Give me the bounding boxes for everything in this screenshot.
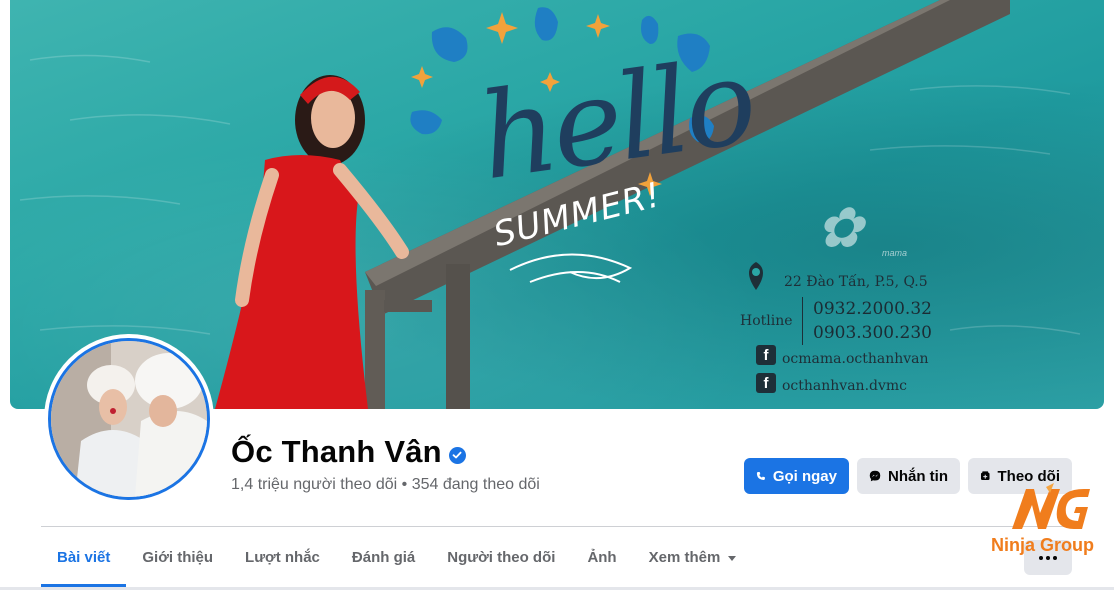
phone-icon [756, 472, 765, 480]
cover-address: 22 Đào Tấn, P.5, Q.5 [784, 274, 928, 290]
tab-about-label: Giới thiệu [142, 548, 214, 566]
tab-more[interactable]: Xem thêm [633, 527, 753, 587]
cover-phone-2: 0903.300.230 [813, 323, 932, 343]
profile-avatar[interactable] [44, 334, 214, 504]
tab-more-label: Xem thêm [648, 548, 721, 566]
watermark-text: Ninja Group [991, 535, 1094, 555]
call-now-label: Gọi ngay [772, 467, 837, 485]
cover-divider [802, 297, 803, 345]
brand-logo-text: mama [882, 248, 908, 258]
tab-followers-label: Người theo dõi [447, 548, 556, 566]
cover-facebook-2: octhanhvan.dvmc [782, 378, 908, 394]
avatar-illustration [51, 341, 207, 497]
messenger-icon [869, 470, 881, 482]
tab-followers[interactable]: Người theo dõi [431, 527, 571, 587]
follow-label: Theo dõi [997, 467, 1061, 485]
message-label: Nhắn tin [888, 467, 948, 485]
facebook-page-header: hello SUMMER! ✿ mama 22 Đào Tấn, P.5, Q.… [0, 0, 1114, 590]
cover-phone-1: 0932.2000.32 [813, 299, 932, 319]
facebook-icon: f [756, 345, 776, 365]
follower-stats[interactable]: 1,4 triệu người theo dõi • 354 đang theo… [231, 476, 540, 494]
follow-icon [980, 471, 990, 480]
cover-facebook-1: ocmama.octhanhvan [782, 351, 929, 367]
tab-mentions-label: Lượt nhắc [245, 548, 320, 566]
tab-photos-label: Ảnh [587, 548, 617, 566]
tab-photos[interactable]: Ảnh [571, 527, 632, 587]
tab-mentions[interactable]: Lượt nhắc [229, 527, 336, 587]
page-tabs: Bài viết Giới thiệu Lượt nhắc Đánh giá N… [41, 527, 752, 587]
page-title-row: Ốc Thanh Vân [231, 434, 466, 470]
tab-reviews[interactable]: Đánh giá [336, 527, 431, 587]
message-button[interactable]: Nhắn tin [857, 458, 960, 494]
ninja-group-logo-icon [1012, 483, 1090, 529]
tab-posts-label: Bài viết [57, 548, 111, 566]
avatar-photo [48, 338, 210, 500]
facebook-icon: f [756, 373, 776, 393]
caret-down-icon [728, 555, 737, 561]
call-now-button[interactable]: Gọi ngay [744, 458, 849, 494]
cover-hotline-label: Hotline [740, 313, 793, 329]
tab-about[interactable]: Giới thiệu [126, 527, 229, 587]
page-title[interactable]: Ốc Thanh Vân [231, 434, 442, 470]
ninja-group-watermark: Ninja Group [988, 483, 1104, 563]
snail-brand-logo: ✿ [816, 196, 863, 261]
tab-posts[interactable]: Bài viết [41, 527, 127, 587]
tab-reviews-label: Đánh giá [351, 548, 416, 566]
verified-badge-icon[interactable] [448, 446, 466, 464]
